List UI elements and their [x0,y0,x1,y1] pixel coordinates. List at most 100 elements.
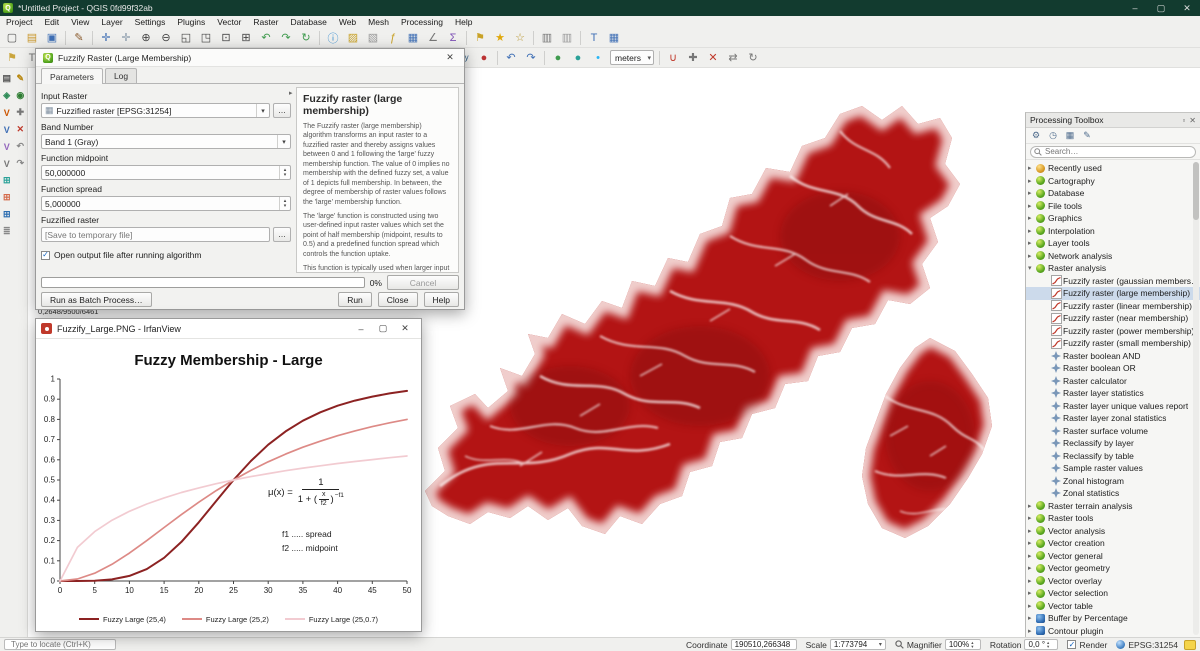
scrollbar-thumb[interactable] [1193,162,1199,220]
scale-combobox[interactable]: 1:773794▾ [830,639,886,650]
toolbox-item-fuzzify-raster-small-membership-[interactable]: Fuzzify raster (small membership) [1026,337,1200,350]
zoom-in-icon[interactable]: ⊕ [137,29,156,46]
menu-help[interactable]: Help [449,17,478,27]
render-checkbox[interactable]: ✓ [1067,640,1076,649]
menu-edit[interactable]: Edit [38,17,65,27]
toolbox-item-vector-geometry[interactable]: ▸Vector geometry [1026,562,1200,575]
panel-float-icon[interactable]: ▫ [1182,116,1185,125]
menu-web[interactable]: Web [333,17,362,27]
tree-chevron-icon[interactable]: ▸ [1028,252,1036,260]
undo-icon[interactable]: ↶ [502,49,521,66]
minimize-icon[interactable]: – [1122,0,1148,16]
units-combobox[interactable]: meters▾ [610,50,654,65]
tree-chevron-icon[interactable]: ▸ [1028,514,1036,522]
toolbox-item-vector-overlay[interactable]: ▸Vector overlay [1026,575,1200,588]
tree-chevron-icon[interactable]: ▾ [1028,264,1036,272]
help-collapse-icon[interactable]: ▸ [289,89,293,97]
toolbox-item-raster-calculator[interactable]: Raster calculator [1026,375,1200,388]
pan-map-icon[interactable]: ✛ [97,29,116,46]
add-delimited-text-icon[interactable]: ≣ [0,224,13,239]
add-xyz-layer-icon[interactable]: ⊞ [0,190,13,205]
digitize-stream-icon[interactable]: ● [549,49,568,66]
toggle-editing-icon[interactable]: ✎ [14,71,27,86]
new-shapefile-layer-icon[interactable]: V [0,105,13,120]
locate-box[interactable] [4,639,116,650]
rotation-spinner[interactable]: ▴▾ [1047,641,1049,649]
toolbox-item-raster-surface-volume[interactable]: Raster surface volume [1026,425,1200,438]
toolbox-item-database[interactable]: ▸Database [1026,187,1200,200]
zoom-last-icon[interactable]: ↶ [257,29,276,46]
menu-raster[interactable]: Raster [247,17,284,27]
zoom-to-layer-icon[interactable]: ⊞ [237,29,256,46]
snapping-magnet-icon[interactable]: ∪ [664,49,683,66]
new-bookmark-icon[interactable]: ★ [491,29,510,46]
toolbox-item-raster-tools[interactable]: ▸Raster tools [1026,512,1200,525]
open-attribute-table-icon[interactable]: ▦ [404,29,423,46]
output-file-input[interactable]: [Save to temporary file] [41,227,270,242]
tab-log[interactable]: Log [105,68,137,83]
band-combobox[interactable]: Band 1 (Gray) ▾ [41,134,291,149]
crs-value[interactable]: EPSG:31254 [1128,640,1178,650]
iv-minimize-icon[interactable]: – [350,321,372,337]
zoom-native-icon[interactable]: ◱ [177,29,196,46]
dialog-titlebar[interactable]: Q Fuzzify Raster (Large Membership) ✕ [36,49,464,67]
tree-chevron-icon[interactable]: ▸ [1028,589,1036,597]
toolbox-history-icon[interactable]: ◷ [1046,129,1060,142]
select-by-expression-icon[interactable]: ƒ [384,29,403,46]
input-raster-dropdown-icon[interactable]: ▾ [256,104,269,117]
band-dropdown-icon[interactable]: ▾ [277,135,290,148]
deselect-features-icon[interactable]: ▧ [364,29,383,46]
layout-manager-icon[interactable]: ▥ [558,29,577,46]
undo-edit-icon[interactable]: ↶ [14,139,27,154]
toolbox-item-raster-boolean-or[interactable]: Raster boolean OR [1026,362,1200,375]
dialog-close-icon[interactable]: ✕ [440,51,460,65]
toolbox-item-vector-selection[interactable]: ▸Vector selection [1026,587,1200,600]
data-source-manager-icon[interactable]: ▤ [0,71,13,86]
tree-chevron-icon[interactable]: ▸ [1028,627,1036,635]
toolbox-item-network-analysis[interactable]: ▸Network analysis [1026,250,1200,263]
rotate-feature-icon[interactable]: ↻ [744,49,763,66]
style-manager-icon[interactable]: ✎ [70,29,89,46]
toolbox-wrench-icon[interactable]: ⚙ [1029,129,1043,142]
redo-icon[interactable]: ↷ [522,49,541,66]
toolbox-item-vector-analysis[interactable]: ▸Vector analysis [1026,525,1200,538]
coordinate-value[interactable]: 190510,266348 [731,639,797,650]
new-project-icon[interactable]: ▢ [3,29,22,46]
toolbox-item-graphics[interactable]: ▸Graphics [1026,212,1200,225]
toolbox-item-cartography[interactable]: ▸Cartography [1026,175,1200,188]
move-feature-icon[interactable]: ⇄ [724,49,743,66]
select-features-icon[interactable]: ▨ [344,29,363,46]
menu-plugins[interactable]: Plugins [171,17,211,27]
zoom-to-selection-icon[interactable]: ⊡ [217,29,236,46]
open-project-icon[interactable]: ▤ [23,29,42,46]
zoom-out-icon[interactable]: ⊖ [157,29,176,46]
run-button[interactable]: Run [338,292,372,307]
menu-view[interactable]: View [65,17,95,27]
toolbox-item-vector-general[interactable]: ▸Vector general [1026,550,1200,563]
locate-input[interactable] [8,640,121,649]
toolbox-item-sample-raster-values[interactable]: Sample raster values [1026,462,1200,475]
new-memory-layer-icon[interactable]: V [0,156,13,171]
rotation-value[interactable]: 0,0 °▴▾ [1024,639,1058,650]
menu-settings[interactable]: Settings [129,17,172,27]
delete-vertex-icon[interactable]: ✕ [704,49,723,66]
pan-to-selection-icon[interactable]: ✛ [117,29,136,46]
tree-chevron-icon[interactable]: ▸ [1028,602,1036,610]
tree-chevron-icon[interactable]: ▸ [1028,502,1036,510]
toolbox-item-fuzzify-raster-near-membership-[interactable]: Fuzzify raster (near membership) [1026,312,1200,325]
add-vertex-icon[interactable]: ✚ [684,49,703,66]
output-browse-button[interactable]: … [273,227,291,242]
toolbox-item-fuzzify-raster-gaussian-membership-[interactable]: Fuzzify raster (gaussian membership) [1026,275,1200,288]
zoom-next-icon[interactable]: ↷ [277,29,296,46]
show-bookmarks-icon[interactable]: ☆ [511,29,530,46]
input-raster-combobox[interactable]: ▦ Fuzzified raster [EPSG:31254] ▾ [41,103,270,118]
zoom-full-icon[interactable]: ◳ [197,29,216,46]
tree-chevron-icon[interactable]: ▸ [1028,164,1036,172]
toolbox-item-reclassify-by-layer[interactable]: Reclassify by layer [1026,437,1200,450]
new-geopackage-layer-icon[interactable]: ◈ [0,88,13,103]
tree-chevron-icon[interactable]: ▸ [1028,527,1036,535]
toolbox-item-vector-creation[interactable]: ▸Vector creation [1026,537,1200,550]
tree-chevron-icon[interactable]: ▸ [1028,202,1036,210]
help-button[interactable]: Help [424,292,459,307]
toolbox-item-reclassify-by-table[interactable]: Reclassify by table [1026,450,1200,463]
